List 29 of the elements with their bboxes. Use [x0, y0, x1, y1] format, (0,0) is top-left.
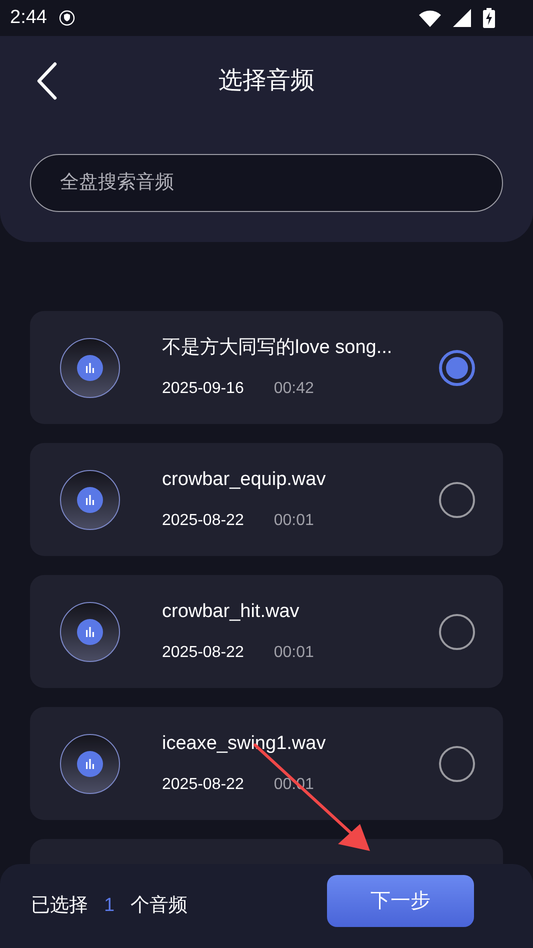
- audio-file-name: crowbar_hit.wav: [162, 600, 300, 624]
- audio-file-name: crowbar_equip.wav: [162, 468, 327, 492]
- next-button[interactable]: 下一步: [327, 875, 474, 927]
- page-title: 选择音频: [218, 66, 314, 96]
- shield-icon: [58, 10, 75, 26]
- signal-icon: [453, 9, 471, 27]
- battery-icon: [483, 8, 495, 28]
- audio-file-name: iceaxe_swing1.wav: [162, 732, 327, 756]
- audio-date: 2025-08-22: [162, 510, 244, 531]
- audio-file-name: 不是方大同写的love song...: [162, 336, 394, 360]
- audio-date: 2025-09-16: [162, 378, 244, 399]
- audio-list-item[interactable]: crowbar_equip.wav 2025-08-22 00:01: [30, 443, 503, 556]
- radio-button[interactable]: [439, 350, 475, 386]
- audio-duration: 00:01: [274, 642, 314, 663]
- audio-list-item[interactable]: 不是方大同写的love song... 2025-09-16 00:42: [30, 311, 503, 424]
- audio-duration: 00:42: [274, 378, 314, 399]
- selected-label: 已选择: [31, 894, 88, 918]
- wifi-icon: [419, 9, 441, 27]
- selected-count: 1: [104, 894, 115, 918]
- audio-date: 2025-08-22: [162, 642, 244, 663]
- radio-button[interactable]: [439, 614, 475, 650]
- audio-duration: 00:01: [274, 510, 314, 531]
- radio-button[interactable]: [439, 482, 475, 518]
- status-time: 2:44: [10, 6, 47, 30]
- audio-date: 2025-08-22: [162, 774, 244, 795]
- search-field[interactable]: 全盘搜索音频: [30, 154, 503, 212]
- selected-label: 个音频: [130, 894, 188, 918]
- audio-list-item[interactable]: crowbar_hit.wav 2025-08-22 00:01: [30, 575, 503, 688]
- radio-button[interactable]: [439, 746, 475, 782]
